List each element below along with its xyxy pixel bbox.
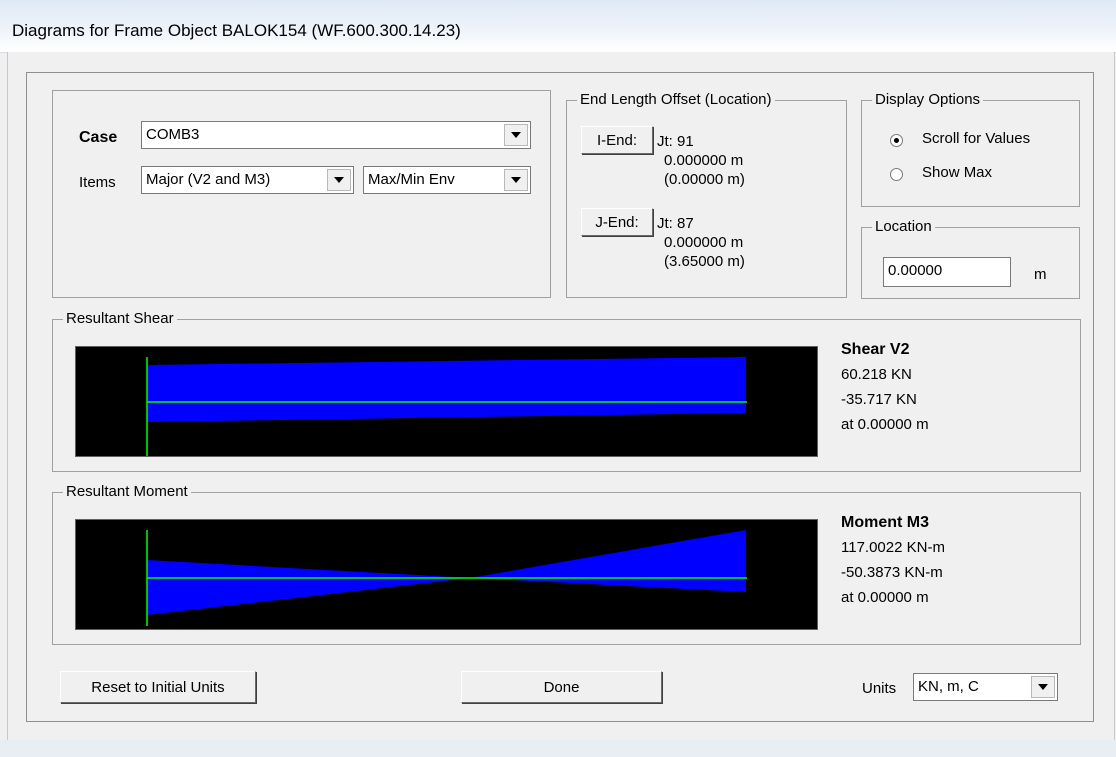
moment-location-value: at 0.00000 m: [841, 589, 929, 606]
show-max-label[interactable]: Show Max: [922, 164, 992, 181]
units-dropdown[interactable]: KN, m, C: [913, 673, 1058, 701]
i-end-location: (0.00000 m): [664, 171, 745, 188]
end-length-offset-caption: End Length Offset (Location): [577, 91, 775, 108]
envelope-dropdown-value: Max/Min Env: [368, 171, 455, 188]
items-label: Items: [79, 174, 116, 191]
window-titlebar: Diagrams for Frame Object BALOK154 (WF.6…: [0, 0, 1116, 53]
moment-diagram-fill-left: [147, 560, 470, 615]
case-dropdown[interactable]: COMB3: [141, 121, 531, 149]
location-caption: Location: [872, 218, 935, 235]
units-label: Units: [862, 680, 897, 697]
end-length-offset-group: End Length Offset (Location) I-End: Jt: …: [566, 91, 847, 298]
resultant-moment-caption: Resultant Moment: [63, 483, 191, 500]
done-button[interactable]: Done: [461, 671, 662, 703]
location-input[interactable]: 0.00000: [883, 257, 1011, 287]
chevron-down-icon[interactable]: [327, 169, 351, 191]
resultant-shear-caption: Resultant Shear: [63, 310, 177, 327]
chevron-down-icon[interactable]: [1031, 676, 1055, 698]
shear-min-value: -35.717 KN: [841, 391, 917, 408]
shear-max-value: 60.218 KN: [841, 366, 912, 383]
resultant-moment-group: Resultant Moment Moment M3 117.0022 KN-m…: [52, 483, 1081, 645]
i-end-button[interactable]: I-End:: [581, 126, 653, 154]
shear-diagram-plot[interactable]: [75, 346, 818, 457]
show-max-radio[interactable]: [890, 168, 903, 181]
location-unit: m: [1034, 266, 1047, 283]
moment-diagram-fill-right: [470, 530, 746, 592]
chevron-down-icon[interactable]: [504, 124, 528, 146]
chevron-down-icon[interactable]: [504, 169, 528, 191]
moment-max-value: 117.0022 KN-m: [841, 539, 945, 556]
moment-diagram: [146, 530, 747, 626]
shear-heading: Shear V2: [841, 341, 910, 358]
j-end-joint: Jt: 87: [657, 215, 694, 232]
j-end-button[interactable]: J-End:: [581, 208, 653, 236]
case-dropdown-value: COMB3: [146, 126, 200, 143]
scroll-for-values-label[interactable]: Scroll for Values: [922, 130, 1030, 147]
envelope-dropdown[interactable]: Max/Min Env: [363, 166, 531, 194]
units-dropdown-value: KN, m, C: [918, 678, 979, 695]
display-options-group: Display Options Scroll for Values Show M…: [861, 91, 1080, 207]
i-end-joint: Jt: 91: [657, 133, 694, 150]
shear-location-value: at 0.00000 m: [841, 416, 929, 433]
shear-diagram: [146, 357, 747, 456]
moment-heading: Moment M3: [841, 514, 929, 531]
j-end-location: (3.65000 m): [664, 253, 745, 270]
shear-diagram-fill: [147, 357, 746, 422]
items-dropdown[interactable]: Major (V2 and M3): [141, 166, 354, 194]
case-panel: Case COMB3 Items Major (V2 and M3) Max/M…: [52, 90, 551, 298]
moment-diagram-plot[interactable]: [75, 519, 818, 630]
window-title: Diagrams for Frame Object BALOK154 (WF.6…: [12, 21, 461, 40]
location-group: Location 0.00000 m: [861, 218, 1080, 299]
scroll-for-values-radio[interactable]: [890, 134, 903, 147]
moment-min-value: -50.3873 KN-m: [841, 564, 943, 581]
display-options-caption: Display Options: [872, 91, 984, 108]
j-end-offset: 0.000000 m: [664, 234, 744, 251]
i-end-offset: 0.000000 m: [664, 152, 744, 169]
window-bottom-edge: [0, 740, 1116, 757]
case-label: Case: [79, 129, 118, 146]
reset-to-initial-units-button[interactable]: Reset to Initial Units: [60, 671, 256, 703]
resultant-shear-group: Resultant Shear Shear V2 60.218 KN -35.7…: [52, 310, 1081, 472]
items-dropdown-value: Major (V2 and M3): [146, 171, 271, 188]
